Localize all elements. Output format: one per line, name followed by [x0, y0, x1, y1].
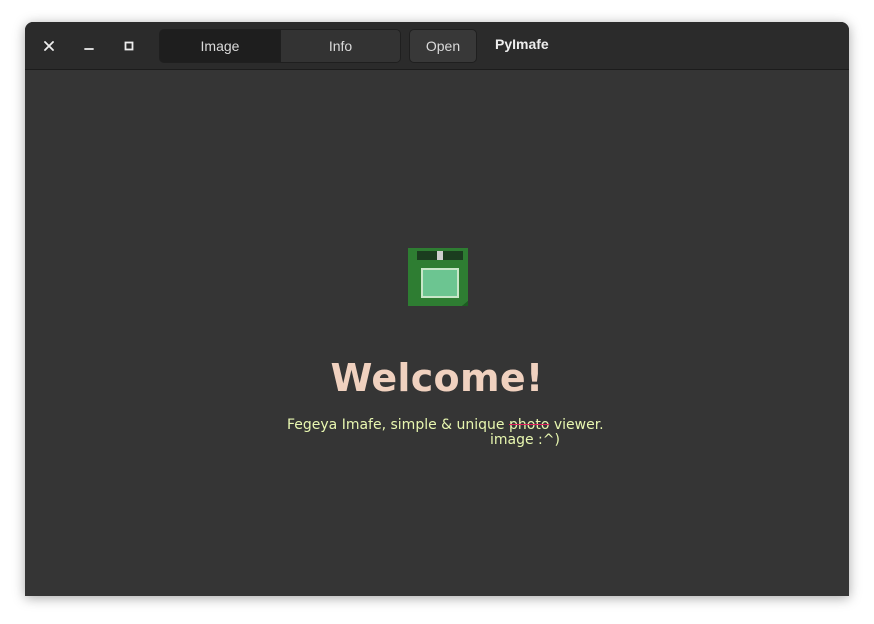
tagline-correction: image :^): [490, 432, 560, 448]
minimize-button[interactable]: [77, 34, 101, 58]
minimize-icon: [84, 48, 94, 50]
tagline-text-end: viewer.: [549, 417, 604, 433]
app-window: Image Info Open PyImafe Welcome! Fegeya …: [25, 22, 849, 596]
header-bar: Image Info Open PyImafe: [25, 22, 849, 70]
floppy-disk-icon: [408, 248, 468, 306]
close-button[interactable]: [37, 34, 61, 58]
maximize-button[interactable]: [117, 34, 141, 58]
maximize-icon: [124, 41, 134, 51]
tab-info[interactable]: Info: [280, 30, 400, 62]
tagline-struck-word: photo: [509, 417, 550, 433]
view-switcher: Image Info: [159, 29, 401, 63]
window-title: PyImafe: [495, 36, 549, 52]
tagline-text: Fegeya Imafe, simple & unique: [287, 417, 509, 433]
welcome-heading: Welcome!: [330, 356, 544, 400]
welcome-page: Welcome! Fegeya Imafe, simple & unique p…: [25, 70, 849, 596]
welcome-tagline: Fegeya Imafe, simple & unique photo view…: [287, 417, 604, 433]
tab-image[interactable]: Image: [160, 30, 280, 62]
close-icon: [44, 41, 54, 51]
open-button[interactable]: Open: [409, 29, 477, 63]
